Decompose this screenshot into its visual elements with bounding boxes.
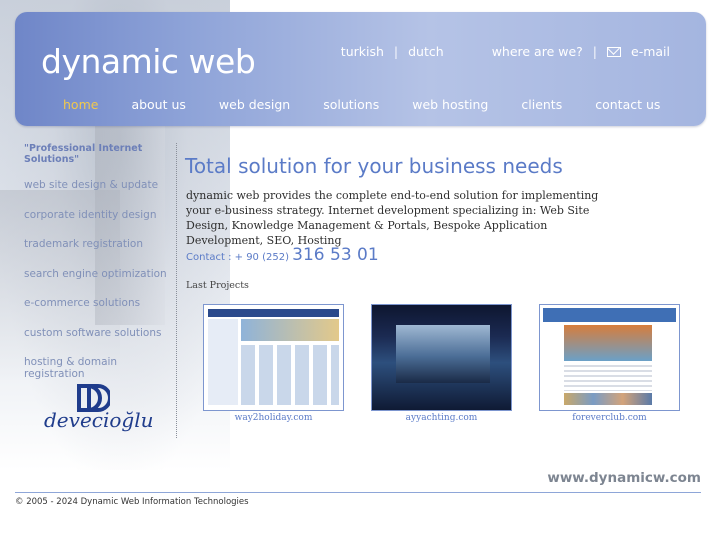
thumb-grid — [241, 345, 339, 405]
lang-turkish-link[interactable]: turkish — [341, 44, 384, 59]
lang-dutch-link[interactable]: dutch — [408, 44, 444, 59]
thumb-text — [564, 365, 652, 391]
sidebar-item-web-site-design[interactable]: web site design & update — [24, 179, 174, 209]
sidebar-tagline: "Professional Internet Solutions" — [24, 143, 143, 165]
sidebar-menu: "Professional Internet Solutions" web si… — [24, 143, 174, 386]
header-banner: dynamic web turkish | dutch where are we… — [15, 12, 706, 126]
mail-icon[interactable] — [607, 46, 622, 57]
copyright: © 2005 - 2024 Dynamic Web Information Te… — [15, 497, 249, 507]
sidebar-item-seo[interactable]: search engine optimization — [24, 268, 174, 298]
sidebar-item-trademark[interactable]: trademark registration — [24, 238, 174, 268]
nav-solutions[interactable]: solutions — [323, 97, 379, 112]
nav-home[interactable]: home — [63, 97, 98, 112]
thumb-hero — [241, 319, 339, 341]
nav-web-design[interactable]: web design — [219, 97, 290, 112]
contact-label: Contact : + 90 (252) — [186, 252, 289, 263]
project-thumbnail[interactable] — [203, 304, 344, 411]
thumb-images-row — [564, 393, 652, 405]
separator: | — [393, 44, 399, 59]
project-link[interactable]: way2holiday.com — [203, 413, 344, 423]
site-logo[interactable]: dynamic web — [41, 42, 256, 81]
page-title: Total solution for your business needs — [185, 154, 563, 178]
nav-about-us[interactable]: about us — [131, 97, 185, 112]
project-card[interactable]: way2holiday.com — [203, 304, 344, 423]
partner-logo-name: devecioğlu — [44, 408, 154, 432]
project-link[interactable]: ayyachting.com — [371, 413, 512, 423]
thumb-navbar — [543, 308, 676, 322]
sidebar-item-ecommerce[interactable]: e-commerce solutions — [24, 297, 174, 327]
thumb-sidebar — [208, 319, 238, 405]
contact-line: Contact : + 90 (252) 316 53 01 — [186, 245, 379, 265]
top-links: turkish | dutch where are we? | e-mail — [341, 44, 670, 59]
project-thumbnail[interactable] — [371, 304, 512, 411]
footer-divider — [15, 492, 701, 493]
project-link[interactable]: foreverclub.com — [539, 413, 680, 423]
thumb-navbar — [208, 309, 339, 317]
contact-number: 316 53 01 — [292, 245, 379, 265]
site-url[interactable]: www.dynamicw.com — [547, 470, 701, 486]
sidebar-item-corporate-identity[interactable]: corporate identity design — [24, 209, 174, 239]
sidebar-item-custom-software[interactable]: custom software solutions — [24, 327, 174, 357]
project-card[interactable]: foreverclub.com — [539, 304, 680, 423]
projects-heading: Last Projects — [186, 280, 249, 291]
separator: | — [592, 44, 598, 59]
sidebar-item-hosting[interactable]: hosting & domain registration — [24, 356, 174, 386]
thumb-photo — [396, 325, 490, 383]
nav-contact-us[interactable]: contact us — [595, 97, 660, 112]
thumb-photo — [564, 325, 652, 361]
where-are-we-link[interactable]: where are we? — [492, 44, 583, 59]
project-card[interactable]: ayyachting.com — [371, 304, 512, 423]
vertical-divider — [176, 143, 177, 438]
main-nav: home about us web design solutions web h… — [63, 97, 693, 112]
nav-clients[interactable]: clients — [521, 97, 562, 112]
intro-text: dynamic web provides the complete end-to… — [186, 189, 599, 247]
email-link[interactable]: e-mail — [631, 44, 670, 59]
project-thumbnail[interactable] — [539, 304, 680, 411]
nav-web-hosting[interactable]: web hosting — [412, 97, 488, 112]
